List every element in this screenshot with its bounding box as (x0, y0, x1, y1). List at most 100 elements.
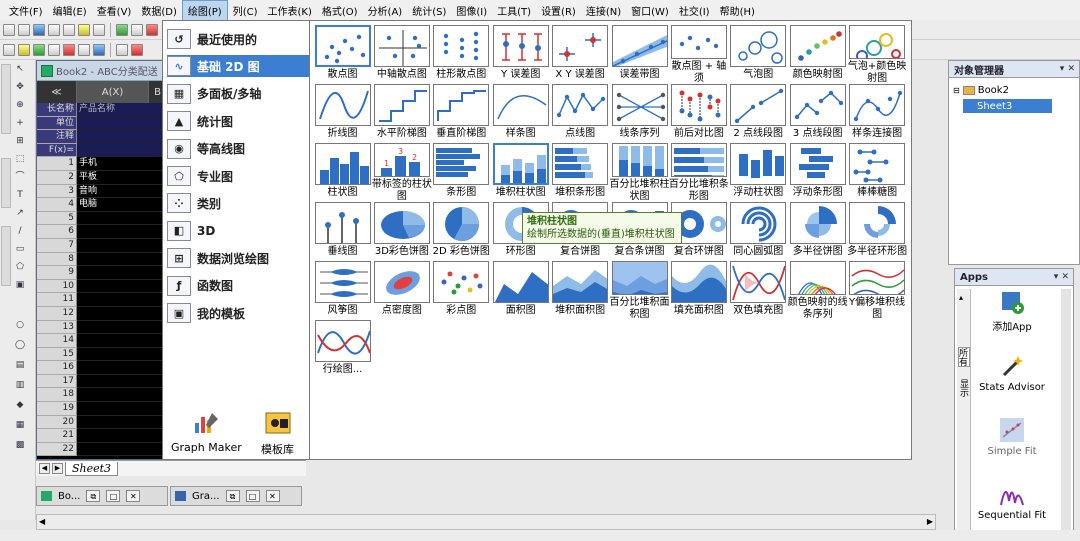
new-notes-icon[interactable] (63, 23, 75, 36)
grid-tool-icon[interactable]: ▦ (14, 420, 26, 431)
cell[interactable] (77, 402, 167, 416)
menu-item-2[interactable]: 查看(V) (92, 1, 137, 20)
sort-icon[interactable] (48, 43, 60, 56)
chart-type-24[interactable]: 堆积条形图 (551, 143, 610, 203)
menu-item-4[interactable]: 绘图(P) (181, 0, 228, 21)
row-header[interactable]: 3 (37, 184, 77, 199)
chart-type-17[interactable]: 2 点线段图 (729, 84, 788, 144)
chart-type-3[interactable]: Y 误差图 (491, 25, 550, 85)
add-app-item[interactable]: 添加App (977, 289, 1047, 333)
new-graph-icon[interactable] (33, 23, 45, 36)
import-icon[interactable] (116, 23, 128, 36)
insert-graph-icon[interactable]: ▣ (14, 280, 26, 291)
chart-type-18[interactable]: 3 点线段图 (788, 84, 847, 144)
category-item-2[interactable]: ▦ 多面板/多轴 (167, 83, 309, 105)
fill-icon[interactable] (78, 43, 90, 56)
table-tool-icon[interactable]: ▩ (14, 440, 26, 451)
chart-type-49[interactable]: Y偏移堆积线图 (848, 261, 907, 321)
zoom-pan-icon[interactable]: ✥ (14, 82, 26, 93)
chart-type-9[interactable]: 气泡+颜色映射图 (848, 25, 907, 85)
menu-item-10[interactable]: 图像(I) (451, 1, 492, 20)
stats-icon[interactable] (63, 43, 75, 56)
chart-type-22[interactable]: 条形图 (432, 143, 491, 203)
region-select-icon[interactable]: ⬚ (14, 154, 26, 165)
restore-icon[interactable]: ⧉ (86, 490, 101, 502)
workbook-titlebar[interactable]: Book2 - ABC分类配送 (37, 61, 167, 81)
close-icon[interactable]: ✕ (265, 490, 280, 502)
chart-type-6[interactable]: 散点图 + 轴须 (669, 25, 728, 85)
ellipse-tool-icon[interactable]: ◯ (14, 340, 26, 351)
menu-item-12[interactable]: 设置(R) (536, 1, 581, 20)
cell[interactable] (77, 415, 167, 430)
new-workbook-icon[interactable] (18, 23, 30, 36)
crosshair-icon[interactable]: + (14, 118, 26, 129)
row-header[interactable]: 9 (37, 266, 77, 280)
cell[interactable]: 产品名称 (77, 103, 167, 117)
row-header[interactable]: 14 (37, 334, 77, 348)
chart-type-48[interactable]: 颜色映射的线条序列 (788, 261, 848, 321)
menu-item-5[interactable]: 列(C) (228, 1, 263, 20)
refresh-icon[interactable] (146, 23, 158, 36)
rescale-icon[interactable] (131, 43, 143, 56)
chart-type-1[interactable]: 中轴散点图 (372, 25, 431, 85)
open-icon[interactable] (78, 23, 90, 36)
row-header[interactable]: 20 (37, 415, 77, 430)
corner-cell[interactable]: ≪ (37, 81, 77, 103)
cell[interactable] (77, 306, 167, 321)
apps-scrollbar[interactable] (1061, 289, 1071, 534)
arrow-tool-icon[interactable]: ↗ (14, 208, 26, 219)
chart-type-45[interactable]: 百分比堆积面积图 (610, 261, 670, 321)
row-header[interactable]: 长名称 (37, 103, 77, 117)
menu-item-6[interactable]: 工作表(K) (263, 1, 317, 20)
menu-item-9[interactable]: 统计(S) (407, 1, 451, 20)
save-icon[interactable] (93, 23, 105, 36)
cell[interactable] (77, 225, 167, 239)
row-header[interactable]: 6 (37, 225, 77, 239)
chart-type-44[interactable]: 堆积面积图 (551, 261, 610, 321)
apps-controls-icon[interactable]: ▾ ✕ (1054, 272, 1069, 282)
new-project-icon[interactable] (3, 23, 15, 36)
chart-type-10[interactable]: 折线图 (313, 84, 372, 144)
graph-maker-button[interactable]: Graph Maker (171, 409, 242, 454)
cell[interactable] (77, 442, 167, 457)
tree-sheet-item[interactable]: Sheet3 (963, 99, 1053, 113)
chart-type-39[interactable]: 多半径环形图 (847, 202, 907, 262)
row-header[interactable]: 7 (37, 238, 77, 253)
add-column-icon[interactable] (3, 43, 15, 56)
cell[interactable]: 音响 (77, 184, 167, 199)
chart-type-5[interactable]: 误差带图 (610, 25, 669, 85)
data-reader-icon[interactable]: ⊕ (14, 100, 26, 111)
cell[interactable] (77, 211, 167, 226)
chart-type-31[interactable]: 3D彩色饼图 (372, 202, 431, 262)
draw-data-icon[interactable]: ⌒ (14, 172, 26, 183)
apps-tab-all[interactable]: 所有 (957, 347, 970, 367)
chart-type-26[interactable]: 百分比堆积条形图 (669, 143, 729, 203)
chart-type-27[interactable]: 浮动柱状图 (729, 143, 788, 203)
category-item-7[interactable]: ◧ 3D (167, 220, 309, 242)
restore-icon[interactable]: ⧉ (225, 490, 240, 502)
menu-item-14[interactable]: 窗口(W) (626, 1, 674, 20)
row-header[interactable]: 1 (37, 157, 77, 171)
chart-type-0[interactable]: 散点图 (313, 25, 372, 85)
chart-type-28[interactable]: 浮动条形图 (788, 143, 847, 203)
column-a-header[interactable]: A(X) (77, 81, 149, 103)
rect-tool-icon[interactable]: ▭ (14, 244, 26, 255)
row-header[interactable]: 13 (37, 320, 77, 335)
row-header[interactable]: 21 (37, 429, 77, 443)
new-matrix-icon[interactable] (48, 23, 60, 36)
chart-type-50[interactable]: 行绘图... (313, 320, 372, 380)
menu-item-16[interactable]: 帮助(H) (715, 1, 760, 20)
cell[interactable] (77, 361, 167, 375)
category-item-5[interactable]: ⬠ 专业图 (167, 165, 309, 187)
maximize-icon[interactable]: □ (245, 490, 260, 502)
chart-type-47[interactable]: 双色填充图 (729, 261, 788, 321)
chart-type-32[interactable]: 2D 彩色饼图 (432, 202, 491, 262)
chart-type-23[interactable]: 堆积柱状图 (491, 143, 550, 203)
row-header[interactable]: 15 (37, 347, 77, 362)
image-tool-icon[interactable]: ▤ (14, 360, 26, 371)
template-library-button[interactable]: 模板库 (261, 409, 294, 457)
category-item-0[interactable]: ↺ 最近使用的 (167, 28, 309, 50)
row-header[interactable]: 5 (37, 211, 77, 226)
cell[interactable] (77, 347, 167, 362)
set-xy-icon[interactable] (33, 43, 45, 56)
